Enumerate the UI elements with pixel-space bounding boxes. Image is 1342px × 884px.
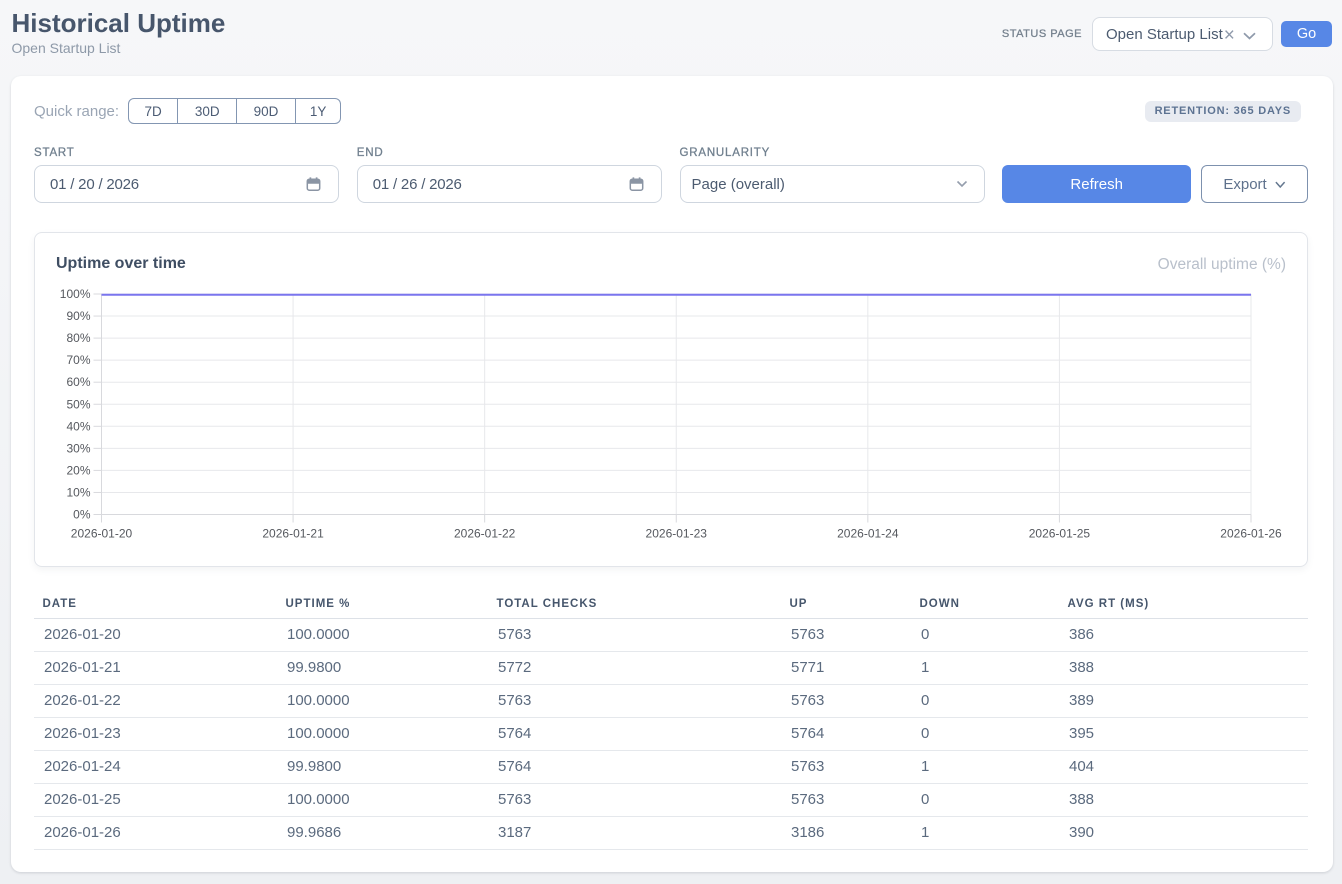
svg-text:80%: 80%	[66, 331, 90, 345]
svg-text:50%: 50%	[66, 397, 90, 411]
svg-text:30%: 30%	[66, 441, 90, 455]
svg-text:20%: 20%	[66, 463, 90, 477]
svg-text:70%: 70%	[66, 353, 90, 367]
svg-text:40%: 40%	[66, 419, 90, 433]
svg-text:2026-01-25: 2026-01-25	[1029, 527, 1091, 541]
svg-text:100%: 100%	[60, 287, 91, 301]
svg-text:2026-01-23: 2026-01-23	[646, 527, 708, 541]
svg-text:2026-01-22: 2026-01-22	[454, 527, 516, 541]
svg-text:10%: 10%	[66, 485, 90, 499]
svg-text:2026-01-26: 2026-01-26	[1220, 527, 1282, 541]
svg-text:2026-01-20: 2026-01-20	[71, 527, 133, 541]
svg-text:2026-01-21: 2026-01-21	[262, 527, 324, 541]
svg-text:90%: 90%	[66, 309, 90, 323]
svg-text:60%: 60%	[66, 375, 90, 389]
svg-text:2026-01-24: 2026-01-24	[837, 527, 899, 541]
svg-text:0%: 0%	[73, 508, 91, 522]
